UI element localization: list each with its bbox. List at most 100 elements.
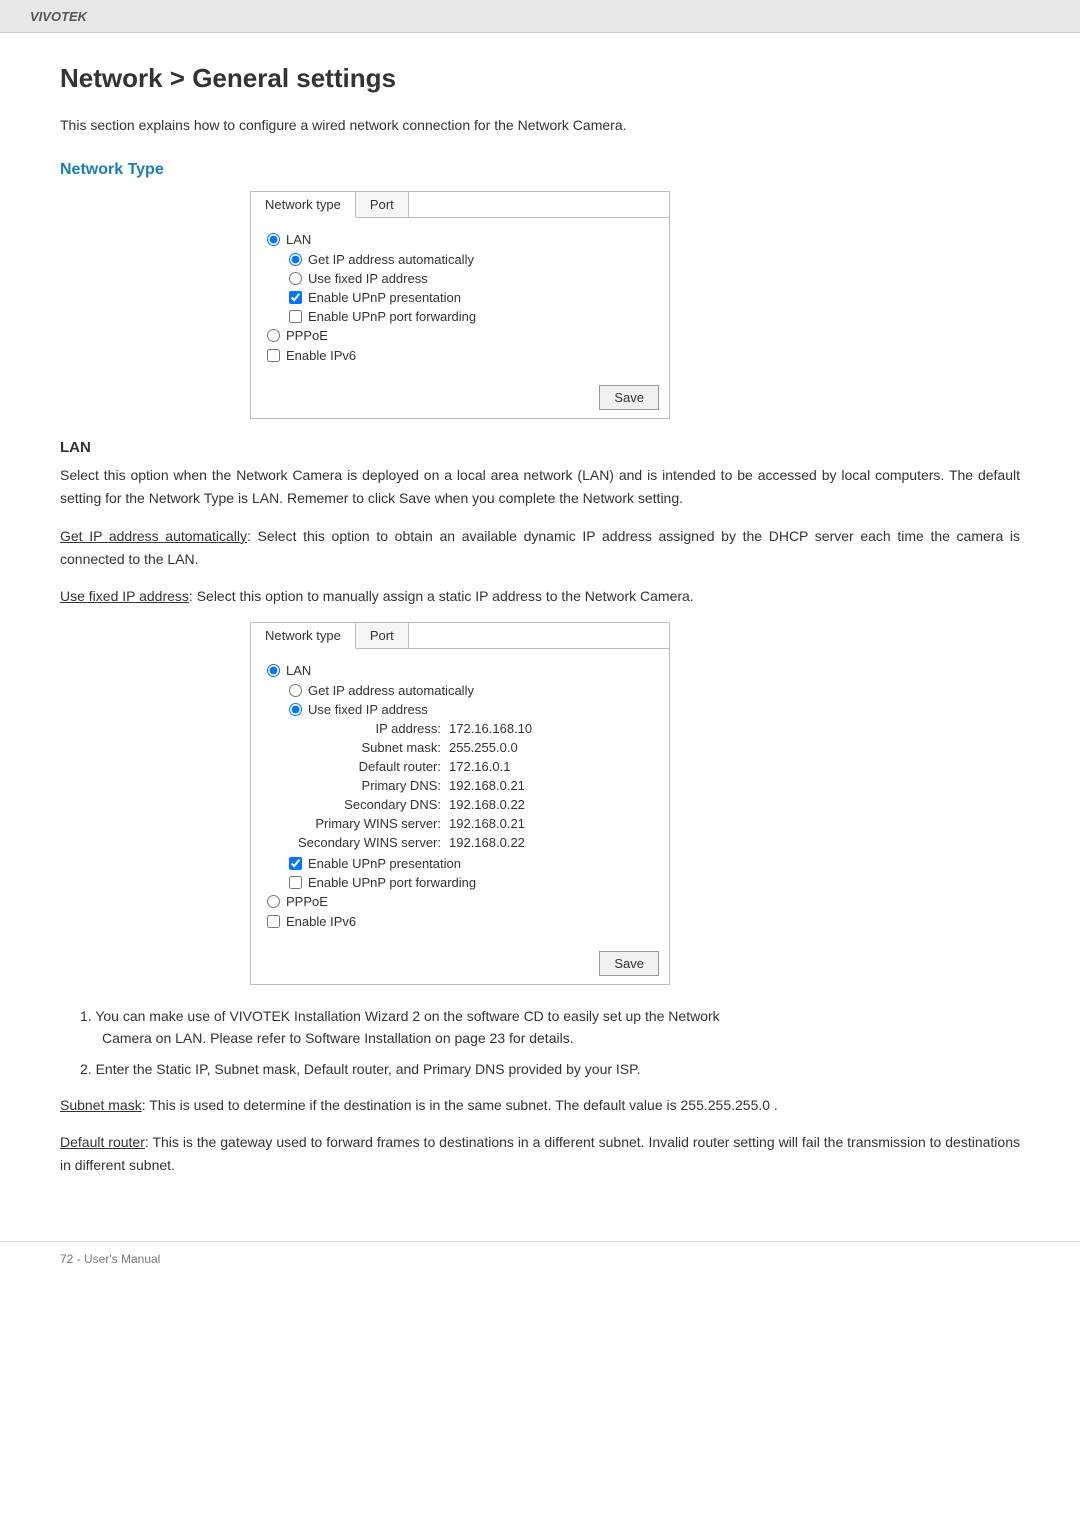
enable-upnp-row-2: Enable UPnP presentation (289, 856, 653, 871)
pppoe-row-2: PPPoE (267, 894, 653, 909)
ip-fields-table: IP address:172.16.168.10 Subnet mask:255.… (289, 721, 653, 850)
field-label-5: Primary WINS server: (289, 816, 449, 831)
pppoe-row-1: PPPoE (267, 328, 653, 343)
enable-upnp-port-checkbox-1[interactable] (289, 310, 302, 323)
default-router-description: Default router: This is the gateway used… (60, 1131, 1020, 1177)
enable-ipv6-row-2: Enable IPv6 (267, 914, 653, 929)
field-value-1: 255.255.0.0 (449, 740, 518, 755)
field-label-0: IP address: (289, 721, 449, 736)
enable-ipv6-checkbox-2[interactable] (267, 915, 280, 928)
enable-ipv6-label-1: Enable IPv6 (286, 348, 356, 363)
use-fixed-ip-label-2: Use fixed IP address (308, 702, 428, 717)
intro-text: This section explains how to configure a… (60, 114, 1020, 136)
enable-upnp-port-row-2: Enable UPnP port forwarding (289, 875, 653, 890)
enable-upnp-checkbox-2[interactable] (289, 857, 302, 870)
lan-radio-row-2: LAN (267, 663, 653, 678)
lan-label-2: LAN (286, 663, 311, 678)
list-number-2: 2. (80, 1061, 96, 1077)
save-row-2: Save (251, 945, 669, 984)
field-label-1: Subnet mask: (289, 740, 449, 755)
top-bar: VIVOTEK (0, 0, 1080, 33)
lan-section-title: LAN (60, 439, 1020, 456)
tab-network-type-2[interactable]: Network type (251, 623, 356, 649)
enable-upnp-row-1: Enable UPnP presentation (289, 290, 653, 305)
field-row-0: IP address:172.16.168.10 (289, 721, 653, 736)
default-router-desc-text: : This is the gateway used to forward fr… (60, 1134, 1020, 1173)
panel-tabs-2: Network type Port (251, 623, 669, 649)
lan-radio-1[interactable] (267, 233, 280, 246)
save-row-1: Save (251, 379, 669, 418)
network-panel-2: Network type Port LAN Get IP address aut… (250, 622, 670, 985)
use-fixed-ip-desc-text: : Select this option to manually assign … (189, 588, 694, 604)
pppoe-label-2: PPPoE (286, 894, 328, 909)
get-ip-auto-title: Get IP address automatically (60, 528, 247, 544)
enable-upnp-port-label-1: Enable UPnP port forwarding (308, 309, 476, 324)
field-row-1: Subnet mask:255.255.0.0 (289, 740, 653, 755)
save-button-2[interactable]: Save (599, 951, 659, 976)
get-ip-auto-row-2: Get IP address automatically (289, 683, 653, 698)
main-content: Network > General settings This section … (0, 33, 1080, 1231)
list-item-2: 2. Enter the Static IP, Subnet mask, Def… (80, 1058, 1020, 1080)
numbered-list: 1. You can make use of VIVOTEK Installat… (80, 1005, 1020, 1080)
field-value-4: 192.168.0.22 (449, 797, 525, 812)
tab-network-type-1[interactable]: Network type (251, 192, 356, 218)
tab-port-1[interactable]: Port (356, 192, 409, 217)
enable-upnp-port-label-2: Enable UPnP port forwarding (308, 875, 476, 890)
enable-upnp-port-row-1: Enable UPnP port forwarding (289, 309, 653, 324)
pppoe-label-1: PPPoE (286, 328, 328, 343)
lan-radio-row-1: LAN (267, 232, 653, 247)
network-type-heading: Network Type (60, 161, 1020, 179)
pppoe-radio-2[interactable] (267, 895, 280, 908)
use-fixed-ip-radio-2[interactable] (289, 703, 302, 716)
page-title: Network > General settings (60, 63, 1020, 94)
enable-upnp-checkbox-1[interactable] (289, 291, 302, 304)
field-row-5: Primary WINS server:192.168.0.21 (289, 816, 653, 831)
field-value-2: 172.16.0.1 (449, 759, 510, 774)
get-ip-auto-description: Get IP address automatically: Select thi… (60, 525, 1020, 571)
field-row-2: Default router:172.16.0.1 (289, 759, 653, 774)
get-ip-auto-row-1: Get IP address automatically (289, 252, 653, 267)
network-panel-1: Network type Port LAN Get IP address aut… (250, 191, 670, 419)
pppoe-radio-1[interactable] (267, 329, 280, 342)
use-fixed-ip-description: Use fixed IP address: Select this option… (60, 585, 1020, 608)
panel-body-1: LAN Get IP address automatically Use fix… (251, 218, 669, 379)
list-text-1b: Camera on LAN. Please refer to Software … (102, 1027, 574, 1049)
subnet-mask-description: Subnet mask: This is used to determine i… (60, 1094, 1020, 1117)
panel-tabs-1: Network type Port (251, 192, 669, 218)
default-router-title: Default router (60, 1134, 145, 1150)
footer: 72 - User's Manual (0, 1241, 1080, 1276)
get-ip-auto-label-1: Get IP address automatically (308, 252, 474, 267)
list-item-1: 1. You can make use of VIVOTEK Installat… (80, 1005, 1020, 1050)
subnet-mask-title: Subnet mask (60, 1097, 142, 1113)
field-label-3: Primary DNS: (289, 778, 449, 793)
save-button-1[interactable]: Save (599, 385, 659, 410)
use-fixed-ip-radio-1[interactable] (289, 272, 302, 285)
lan-radio-2[interactable] (267, 664, 280, 677)
enable-upnp-label-2: Enable UPnP presentation (308, 856, 461, 871)
field-row-3: Primary DNS:192.168.0.21 (289, 778, 653, 793)
get-ip-auto-radio-1[interactable] (289, 253, 302, 266)
panel-body-2: LAN Get IP address automatically Use fix… (251, 649, 669, 945)
use-fixed-ip-label-1: Use fixed IP address (308, 271, 428, 286)
lan-description: Select this option when the Network Came… (60, 464, 1020, 510)
get-ip-auto-radio-2[interactable] (289, 684, 302, 697)
field-value-6: 192.168.0.22 (449, 835, 525, 850)
list-text-2: Enter the Static IP, Subnet mask, Defaul… (96, 1061, 641, 1077)
subnet-mask-desc-text: : This is used to determine if the desti… (142, 1097, 778, 1113)
field-label-6: Secondary WINS server: (289, 835, 449, 850)
footer-text: 72 - User's Manual (60, 1252, 160, 1266)
enable-upnp-port-checkbox-2[interactable] (289, 876, 302, 889)
tab-port-2[interactable]: Port (356, 623, 409, 648)
field-row-6: Secondary WINS server:192.168.0.22 (289, 835, 653, 850)
list-number-1: 1. (80, 1008, 95, 1024)
field-value-3: 192.168.0.21 (449, 778, 525, 793)
enable-ipv6-checkbox-1[interactable] (267, 349, 280, 362)
get-ip-auto-label-2: Get IP address automatically (308, 683, 474, 698)
brand-logo: VIVOTEK (30, 9, 87, 24)
enable-ipv6-label-2: Enable IPv6 (286, 914, 356, 929)
use-fixed-ip-row-1: Use fixed IP address (289, 271, 653, 286)
enable-ipv6-row-1: Enable IPv6 (267, 348, 653, 363)
use-fixed-ip-row-2: Use fixed IP address (289, 702, 653, 717)
lan-label-1: LAN (286, 232, 311, 247)
use-fixed-ip-title: Use fixed IP address (60, 588, 189, 604)
